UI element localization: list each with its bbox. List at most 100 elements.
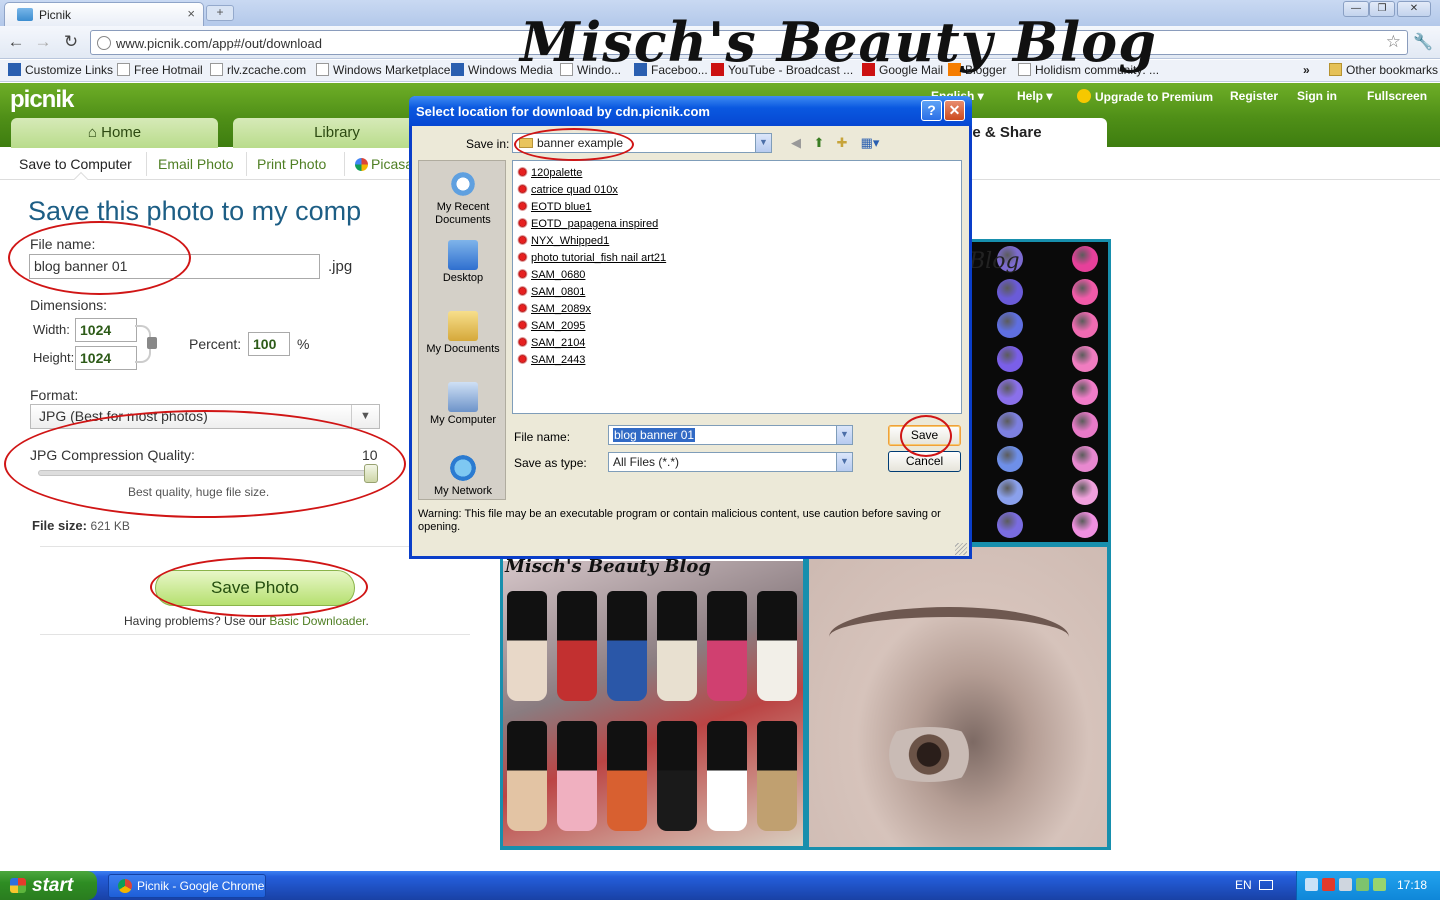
save-as-type-select[interactable]: All Files (*.*) ▼ — [608, 452, 853, 472]
height-input[interactable]: 1024 — [75, 346, 137, 370]
save-in-select[interactable]: banner example ▼ — [512, 133, 772, 153]
wrench-menu-icon[interactable]: 🔧 — [1412, 32, 1434, 52]
forward-arrow-icon[interactable]: → — [32, 32, 54, 52]
list-item[interactable]: NYX_Whipped1 — [516, 234, 609, 247]
dialog-save-button[interactable]: Save — [888, 425, 961, 446]
dialog-help-icon[interactable]: ? — [921, 100, 942, 121]
reload-icon[interactable]: ↻ — [60, 32, 82, 52]
maximize-window-icon[interactable]: ❐ — [1369, 1, 1395, 17]
tab-home[interactable]: ⌂ Home — [11, 118, 218, 148]
save-photo-button[interactable]: Save Photo — [155, 570, 355, 606]
list-item[interactable]: SAM_2104 — [516, 336, 585, 349]
register-link[interactable]: Register — [1230, 89, 1278, 103]
home-icon: ⌂ — [87, 124, 97, 141]
place-my-documents[interactable]: My Documents — [419, 311, 507, 356]
picnik-logo[interactable]: picnik — [10, 86, 74, 114]
subtab-print-photo[interactable]: Print Photo — [257, 156, 326, 172]
back-icon[interactable]: ◀ — [787, 135, 805, 151]
browser-tab-picnik[interactable]: Picnik × — [4, 2, 204, 26]
divider — [246, 152, 247, 176]
place-desktop[interactable]: Desktop — [419, 240, 507, 285]
my-network-icon — [448, 453, 478, 483]
bookmark-item[interactable]: Free Hotmail — [117, 63, 203, 77]
list-item[interactable]: catrice quad 010x — [516, 183, 618, 196]
other-bookmarks[interactable]: Other bookmarks — [1329, 63, 1438, 77]
file-list[interactable]: 120palette catrice quad 010x EOTD blue1 … — [512, 160, 962, 414]
eyeshadow-pan — [997, 279, 1024, 305]
picasa-icon — [355, 158, 368, 171]
list-item[interactable]: EOTD_papagena inspired — [516, 217, 658, 230]
percent-label: Percent: — [189, 336, 242, 352]
language-indicator[interactable]: EN — [1235, 878, 1252, 892]
quality-slider-track[interactable] — [38, 470, 378, 476]
width-input[interactable]: 1024 — [75, 318, 137, 342]
list-item[interactable]: SAM_0801 — [516, 285, 585, 298]
keyboard-icon[interactable] — [1259, 880, 1273, 890]
minimize-window-icon[interactable]: — — [1343, 1, 1369, 17]
file-icon — [516, 319, 529, 331]
list-item[interactable]: EOTD blue1 — [516, 200, 592, 213]
overlay-title: Misch's Beauty Blog — [520, 10, 1157, 74]
percent-input[interactable]: 100 — [248, 332, 290, 356]
place-my-computer[interactable]: My Computer — [419, 382, 507, 427]
dialog-file-name-input[interactable]: blog banner 01 ▼ — [608, 425, 853, 445]
sign-in-link[interactable]: Sign in — [1297, 89, 1337, 103]
polish-bottle — [507, 591, 547, 701]
chevron-down-icon: ▼ — [351, 405, 379, 428]
tab-close-icon[interactable]: × — [187, 6, 195, 21]
bookmark-star-icon[interactable]: ☆ — [1386, 32, 1401, 52]
new-tab-button[interactable]: + — [206, 5, 234, 21]
help-menu[interactable]: Help ▾ — [1017, 89, 1052, 103]
resize-grip-icon[interactable] — [955, 543, 967, 555]
network-icon[interactable] — [1305, 878, 1318, 891]
quality-slider-thumb[interactable] — [364, 464, 378, 483]
start-button[interactable]: start — [0, 871, 97, 900]
folder-icon — [1329, 63, 1342, 76]
list-item[interactable]: SAM_2095 — [516, 319, 585, 332]
back-arrow-icon[interactable]: ← — [5, 32, 27, 52]
subtab-email-photo[interactable]: Email Photo — [158, 156, 233, 172]
bookmark-item[interactable]: Windows Marketplace — [316, 63, 450, 77]
chevron-down-icon: ▼ — [836, 426, 852, 444]
bookmarks-overflow-icon[interactable]: » — [1303, 63, 1310, 77]
nail-polish-photo — [503, 561, 803, 846]
bookmark-item[interactable]: Customize Links — [8, 63, 113, 77]
list-item[interactable]: photo tutorial_fish nail art21 — [516, 251, 666, 264]
eyeshadow-pan — [1071, 279, 1098, 305]
signal-icon[interactable] — [1373, 878, 1386, 891]
tab-save-share[interactable]: ve & Share — [962, 118, 1107, 148]
place-my-network[interactable]: My Network — [419, 453, 507, 498]
file-icon — [516, 217, 529, 229]
place-recent-documents[interactable]: My Recent Documents — [419, 169, 507, 227]
eyebrow-shape — [829, 607, 1069, 667]
close-window-icon[interactable]: ✕ — [1397, 1, 1431, 17]
subtab-picasa[interactable]: Picasa — [355, 156, 413, 172]
dialog-cancel-button[interactable]: Cancel — [888, 451, 961, 472]
sync-icon[interactable] — [1356, 878, 1369, 891]
bookmark-item[interactable]: rlv.zcache.com — [210, 63, 306, 77]
security-icon[interactable] — [1322, 878, 1335, 891]
speaker-icon[interactable] — [1339, 878, 1352, 891]
file-name-input[interactable]: blog banner 01 — [29, 254, 320, 279]
lock-icon[interactable] — [147, 337, 157, 349]
list-item[interactable]: SAM_2443 — [516, 353, 585, 366]
eye-shape — [869, 727, 989, 782]
list-item[interactable]: 120palette — [516, 166, 582, 179]
new-folder-icon[interactable]: ✚ — [833, 135, 851, 151]
list-item[interactable]: SAM_0680 — [516, 268, 585, 281]
format-select[interactable]: JPG (Best for most photos) ▼ — [30, 404, 380, 429]
list-item[interactable]: SAM_2089x — [516, 302, 591, 315]
polish-bottle — [657, 591, 697, 701]
dialog-close-icon[interactable]: ✕ — [944, 100, 965, 121]
upgrade-premium-link[interactable]: Upgrade to Premium — [1077, 89, 1213, 104]
eye-makeup-photo — [809, 547, 1107, 847]
taskbar-item-chrome[interactable]: Picnik - Google Chrome — [108, 874, 266, 898]
view-menu-icon[interactable]: ▦▾ — [858, 135, 882, 151]
fullscreen-link[interactable]: Fullscreen — [1367, 89, 1427, 103]
eyeshadow-pan — [1071, 412, 1098, 439]
subtab-save-to-computer[interactable]: Save to Computer — [19, 156, 132, 172]
basic-downloader-link[interactable]: Basic Downloader — [269, 614, 365, 628]
palette-caption: Blog — [969, 249, 1020, 274]
filesize-label: File size: 621 KB — [32, 518, 130, 533]
up-folder-icon[interactable]: ⬆ — [810, 135, 828, 151]
